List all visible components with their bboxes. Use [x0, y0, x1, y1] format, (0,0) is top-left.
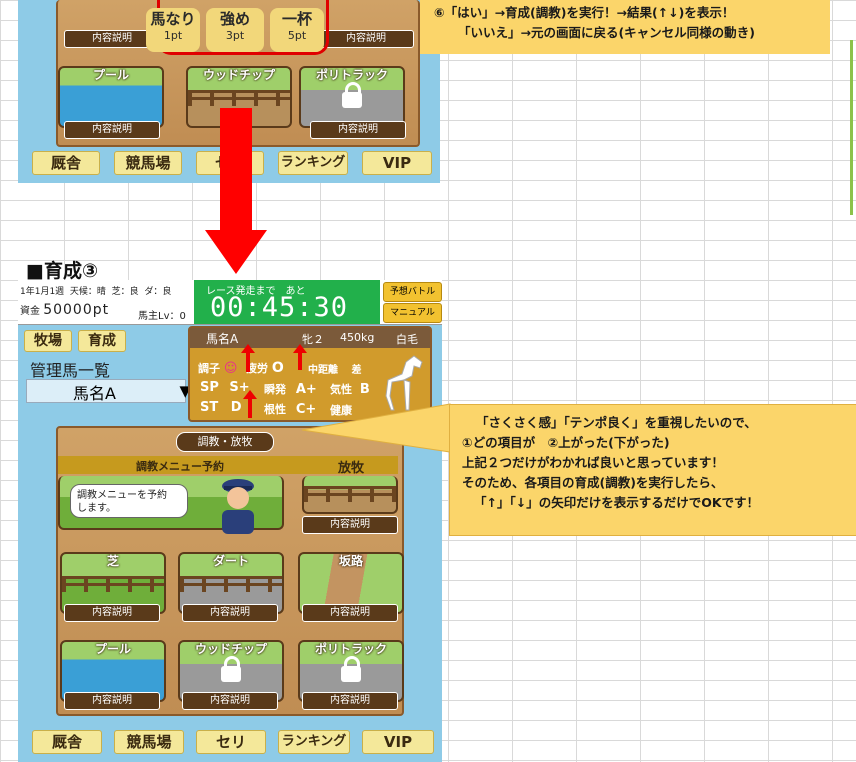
facility-tile-polytrack[interactable]: ポリトラック — [299, 66, 405, 128]
lock-icon — [342, 82, 362, 108]
dirt-label: ダ：良 — [144, 287, 172, 297]
desc-button[interactable]: 内容説明 — [182, 604, 278, 622]
main-game-screen: 1年1月1週 天候：晴 芝：良 ダ：良 資金 50000pt 馬主Lv：0 レー… — [18, 280, 442, 762]
tab-training[interactable]: 育成 — [78, 330, 126, 352]
desc-button[interactable]: 内容説明 — [318, 30, 414, 48]
desc-button[interactable]: 内容説明 — [64, 121, 160, 139]
date-label: 1年1月1週 — [20, 287, 65, 297]
race-timer-panel: レース発走まで あと 00:45:30 — [194, 280, 380, 324]
smile-icon: ☺ — [223, 361, 238, 376]
burst-label: 瞬発 — [264, 383, 286, 396]
manual-button[interactable]: マニュアル — [383, 303, 442, 323]
horse-color: 白毛 — [396, 333, 418, 346]
nav-stable[interactable]: 厩舎 — [32, 151, 100, 175]
facility-tile-pool[interactable]: プール — [58, 66, 164, 128]
nav-racecourse[interactable]: 競馬場 — [114, 151, 182, 175]
nav-vip[interactable]: VIP — [362, 151, 432, 175]
horse-weight: 450kg — [340, 331, 375, 344]
horse-name: 馬名A — [206, 332, 239, 346]
training-tile-pasture[interactable] — [302, 476, 398, 514]
desc-button[interactable]: 内容説明 — [64, 604, 160, 622]
option-chip-light[interactable]: 馬なり 1pt — [146, 8, 200, 52]
sp-label: SP — [200, 380, 219, 395]
explanation-callout: 「さくさく感」「テンポ良く」を重視したいので、 ①どの項目が ②上がった(下がっ… — [449, 404, 856, 536]
nav-ranking[interactable]: ランキング — [278, 730, 350, 754]
callout-pointer — [301, 403, 451, 453]
speech-bubble: 調教メニューを予約 します。 — [70, 484, 188, 518]
weather-label: 天候：晴 — [69, 287, 106, 297]
nav-stable[interactable]: 厩舎 — [32, 730, 102, 754]
up-arrow-icon — [246, 350, 250, 372]
trainer-character-icon — [222, 479, 254, 534]
nav-auction[interactable]: セリ — [196, 730, 266, 754]
horse-select-value: 馬名A — [73, 384, 116, 403]
up-arrow-icon — [298, 350, 302, 370]
distance-aptitude: 中距離 — [308, 365, 338, 376]
race-timer: 00:45:30 — [210, 292, 349, 323]
status-bar: 1年1月1週 天候：晴 芝：良 ダ：良 資金 50000pt 馬主Lv：0 レー… — [18, 280, 442, 325]
flow-arrow-icon — [220, 108, 252, 232]
owner-level: 馬主Lv：0 — [138, 311, 186, 322]
funds-label: 資金 — [20, 306, 40, 317]
section-title: ■育成③ — [26, 260, 99, 282]
lock-icon — [221, 656, 241, 682]
turf-label: 芝：良 — [111, 287, 139, 297]
nav-vip[interactable]: VIP — [362, 730, 434, 754]
condition-label: 調子 — [198, 362, 220, 375]
nav-ranking[interactable]: ランキング — [278, 151, 348, 175]
guts-label: 根性 — [264, 403, 286, 416]
tab-ranch[interactable]: 牧場 — [24, 330, 72, 352]
horse-select[interactable]: 馬名A ▼ — [26, 379, 191, 403]
nav-racecourse[interactable]: 競馬場 — [114, 730, 184, 754]
desc-button[interactable]: 内容説明 — [64, 692, 160, 710]
training-menu-reserve[interactable]: 調教メニュー予約 — [136, 458, 224, 474]
right-edge-sliver — [850, 40, 853, 215]
flow-arrow-head — [205, 230, 267, 274]
option-chip-strong[interactable]: 強め 3pt — [206, 8, 264, 52]
desc-button[interactable]: 内容説明 — [310, 121, 406, 139]
funds-value: 50000pt — [43, 302, 110, 318]
running-style: 差 — [351, 365, 362, 376]
desc-button[interactable]: 内容説明 — [302, 604, 398, 622]
top-callout: ⑥「はい」→育成(調教)を実行！→結果(↑↓)を表示！ 「いいえ」→元の画面に戻… — [420, 0, 830, 54]
prediction-battle-button[interactable]: 予想バトル — [383, 282, 442, 302]
desc-button[interactable]: 内容説明 — [302, 516, 398, 534]
training-header: 調教・放牧 — [176, 432, 274, 452]
desc-button[interactable]: 内容説明 — [182, 692, 278, 710]
st-value: D — [230, 400, 242, 415]
option-chip-full[interactable]: 一杯 5pt — [270, 8, 324, 52]
up-arrow-icon — [248, 398, 252, 418]
fatigue-value: O — [271, 360, 284, 376]
lock-icon — [341, 656, 361, 682]
st-label: ST — [200, 400, 219, 415]
managed-horses-title: 管理馬一覧 — [30, 361, 111, 380]
desc-button[interactable]: 内容説明 — [302, 692, 398, 710]
